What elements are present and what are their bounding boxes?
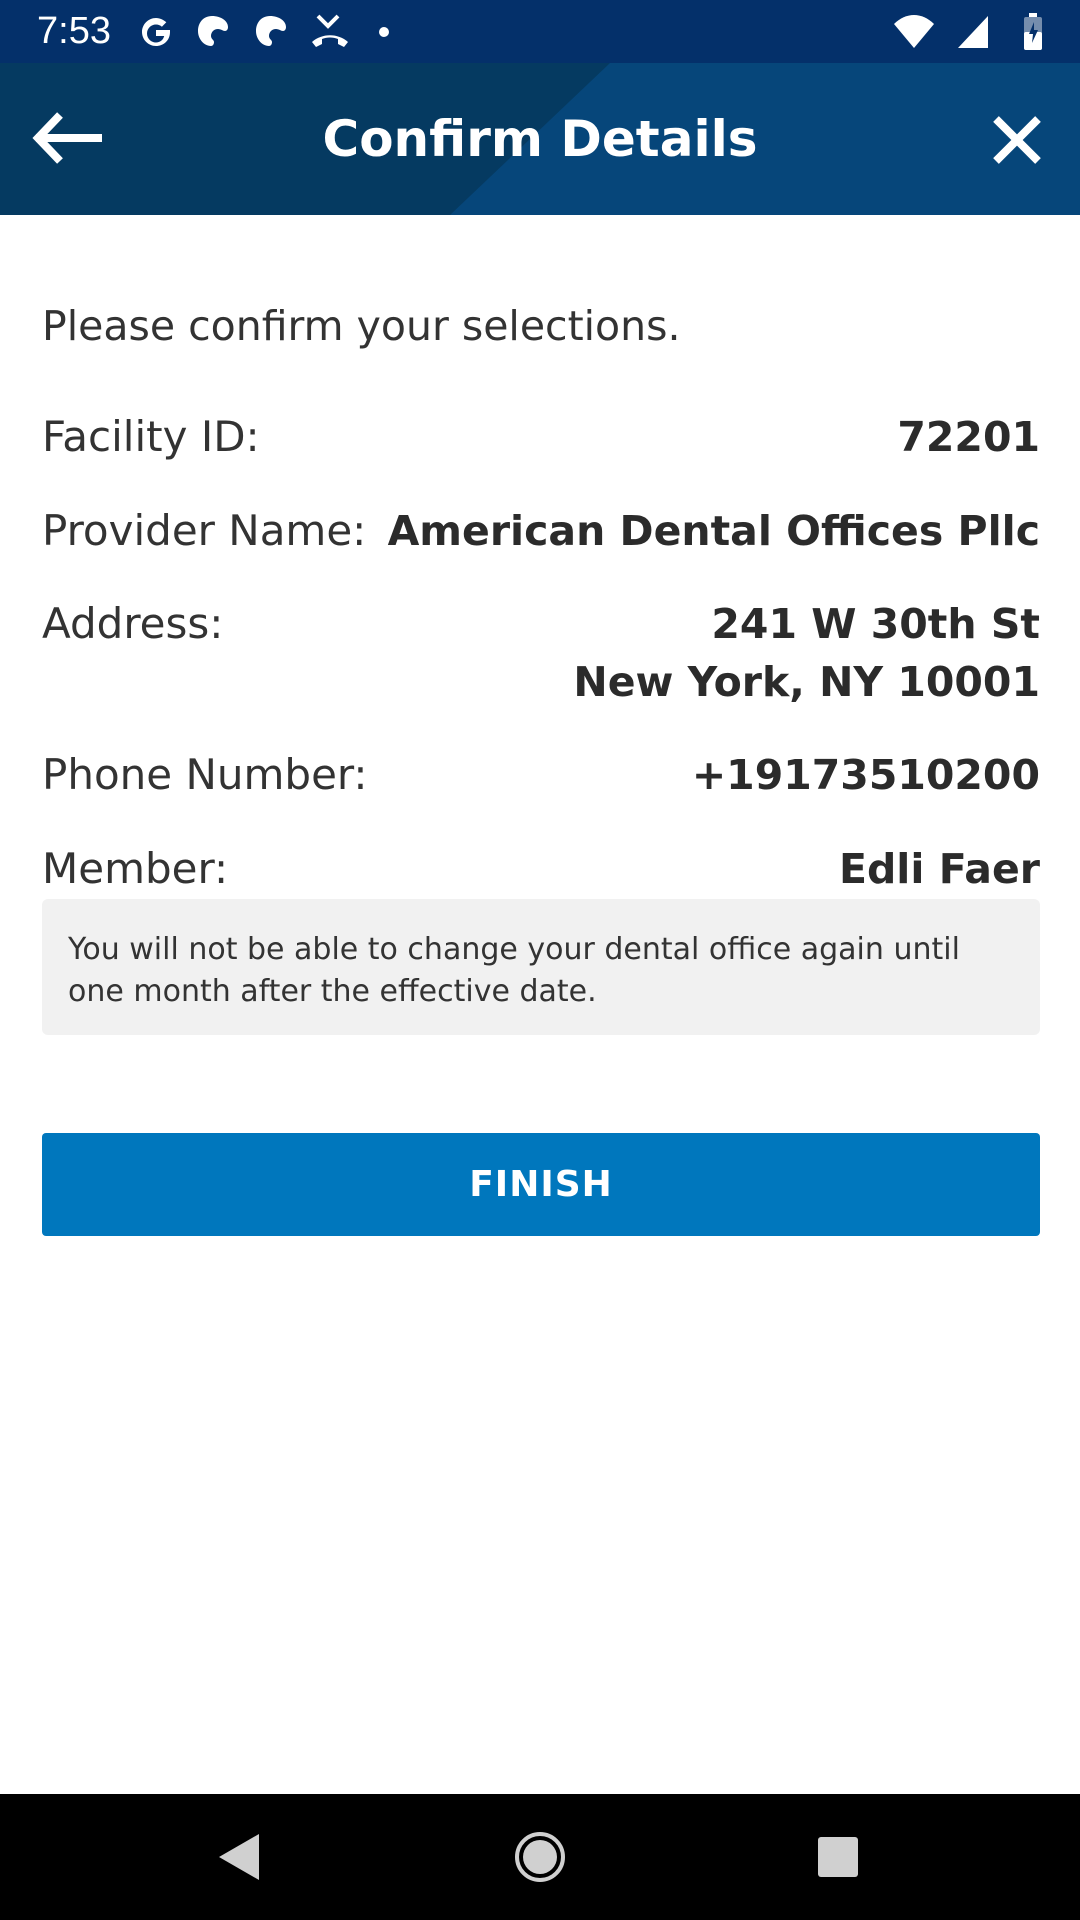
- nav-recents-button[interactable]: [803, 1822, 873, 1892]
- facility-id-label: Facility ID:: [42, 412, 260, 461]
- member-label: Member:: [42, 844, 229, 893]
- close-button[interactable]: [982, 105, 1052, 175]
- system-nav-bar: [0, 1794, 1080, 1920]
- arrow-left-icon: [32, 112, 102, 164]
- provider-name-label: Provider Name:: [42, 506, 367, 555]
- screen: 7:53 Confirm Details Please confirm your…: [0, 0, 1080, 1920]
- page-title: Confirm Details: [322, 110, 758, 168]
- notification-icon: [198, 16, 228, 46]
- phone-number-label: Phone Number:: [42, 750, 368, 799]
- address-line-2: New York, NY 10001: [573, 658, 1040, 706]
- address-value: 241 W 30th St New York, NY 10001: [573, 595, 1040, 711]
- notice-box: You will not be able to change your dent…: [42, 899, 1040, 1035]
- notification-icon: [256, 16, 286, 46]
- nav-home-button[interactable]: [505, 1822, 575, 1892]
- google-icon: [142, 18, 170, 46]
- home-circle-icon: [515, 1832, 565, 1882]
- wifi-icon: [894, 15, 934, 48]
- intro-text: Please confirm your selections.: [42, 302, 681, 350]
- status-bar: 7:53: [0, 0, 1080, 63]
- signal-icon: [958, 16, 988, 48]
- finish-button[interactable]: FINISH: [42, 1133, 1040, 1236]
- recents-square-icon: [818, 1837, 858, 1877]
- address-label: Address:: [42, 599, 224, 648]
- nav-back-button[interactable]: [205, 1822, 275, 1892]
- dot-icon: [379, 27, 389, 37]
- back-triangle-icon: [219, 1834, 259, 1880]
- status-time: 7:53: [37, 10, 111, 52]
- back-button[interactable]: [30, 103, 110, 173]
- close-icon: [993, 116, 1041, 164]
- address-line-1: 241 W 30th St: [711, 600, 1040, 648]
- notice-text: You will not be able to change your dent…: [68, 932, 960, 1009]
- provider-name-value: American Dental Offices Pllc: [387, 507, 1040, 555]
- battery-icon: [1024, 13, 1042, 50]
- facility-id-value: 72201: [897, 413, 1040, 461]
- missed-call-icon: [312, 14, 348, 47]
- member-value: Edli Faer: [838, 845, 1040, 893]
- app-bar: Confirm Details: [0, 63, 1080, 215]
- phone-number-value: +19173510200: [691, 751, 1040, 799]
